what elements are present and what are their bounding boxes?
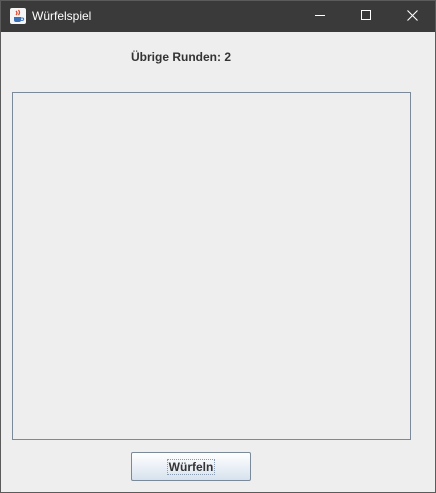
close-button[interactable] (389, 1, 435, 32)
dice-panel (12, 92, 411, 440)
minimize-button[interactable] (297, 1, 343, 32)
java-coffee-cup-icon (10, 8, 26, 24)
remaining-rounds-label: Übrige Runden: 2 (130, 50, 231, 64)
close-icon (406, 8, 418, 26)
window-title: Würfelspiel (32, 9, 92, 23)
minimize-icon (314, 8, 326, 26)
title-bar[interactable]: Würfelspiel (1, 1, 435, 32)
roll-dice-label: Würfeln (166, 458, 216, 475)
roll-dice-button[interactable]: Würfeln (131, 452, 251, 481)
maximize-button[interactable] (343, 1, 389, 32)
app-window: Würfelspiel Übrige Runden: 2 Würfeln (0, 0, 436, 493)
maximize-icon (360, 8, 372, 26)
